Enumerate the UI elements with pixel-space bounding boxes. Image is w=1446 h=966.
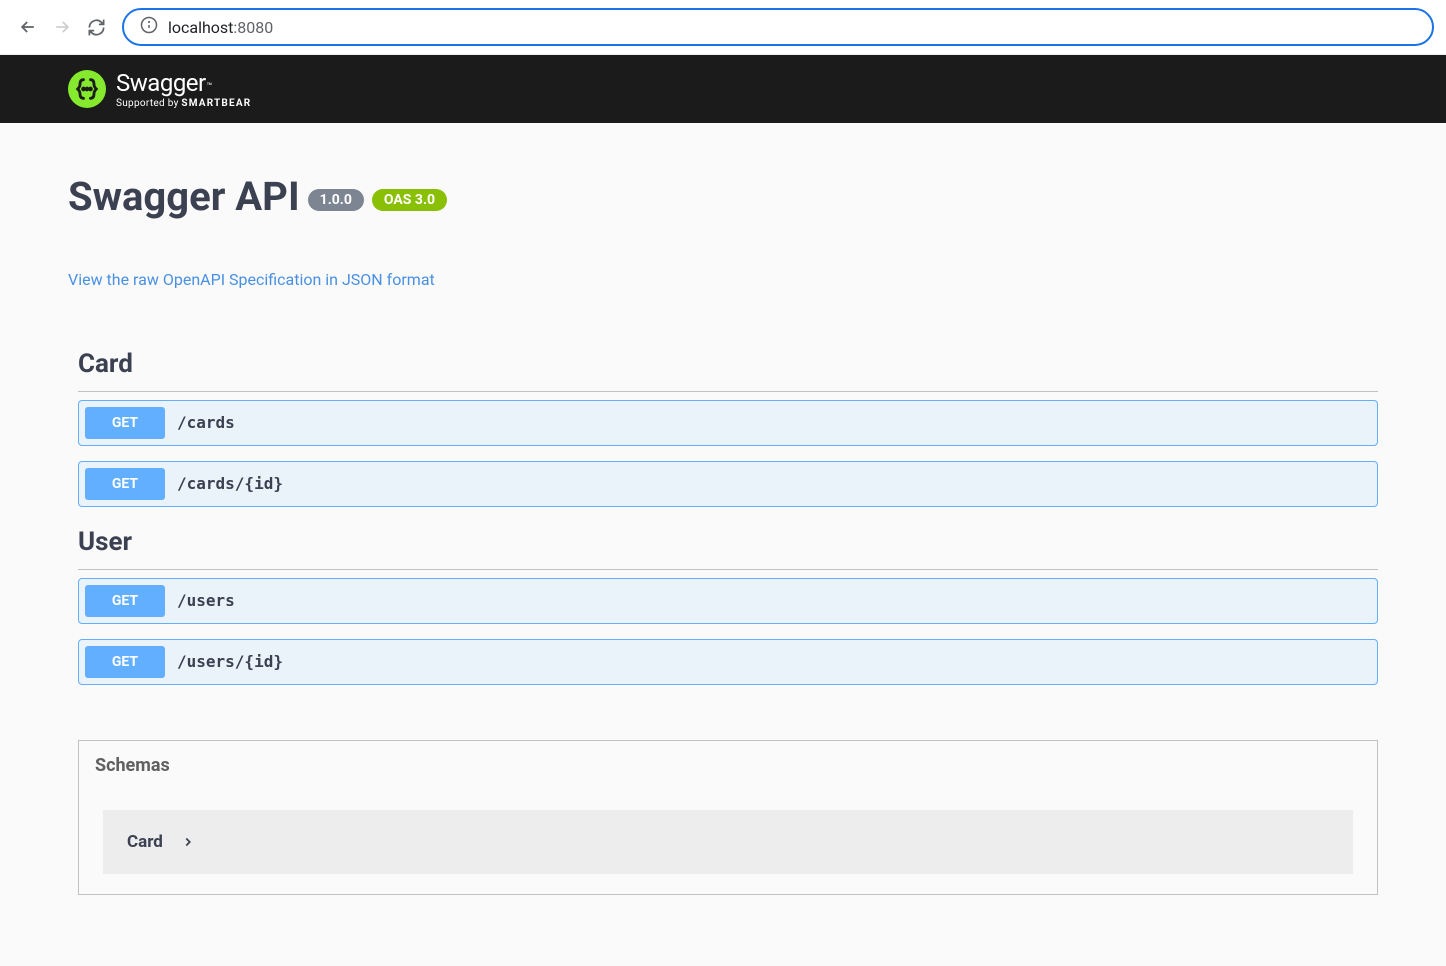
logo-subtitle: Supported by SMARTBEAR — [116, 98, 251, 109]
url-text: localhost:8080 — [168, 18, 273, 37]
operation-get-users[interactable]: GET /users — [78, 578, 1378, 624]
api-title: Swagger API — [68, 173, 300, 220]
swagger-header: Swagger™ Supported by SMARTBEAR — [0, 55, 1446, 123]
chevron-right-icon — [181, 835, 195, 849]
tag-section-card: Card GET /cards GET /cards/{id} — [78, 349, 1378, 507]
operation-path: /users — [177, 591, 235, 610]
swagger-logo[interactable]: Swagger™ Supported by SMARTBEAR — [13, 69, 1433, 109]
method-badge: GET — [85, 646, 165, 678]
reload-button[interactable] — [86, 17, 106, 37]
method-badge: GET — [85, 585, 165, 617]
operation-get-cards[interactable]: GET /cards — [78, 400, 1378, 446]
version-badge: 1.0.0 — [308, 189, 364, 211]
oas-badge: OAS 3.0 — [372, 189, 447, 211]
logo-title: Swagger™ — [116, 69, 251, 100]
tags-container: Card GET /cards GET /cards/{id} User GET… — [68, 349, 1378, 895]
schema-name: Card — [127, 832, 163, 852]
swagger-logo-icon — [68, 70, 106, 108]
schemas-section: Schemas Card — [78, 740, 1378, 895]
method-badge: GET — [85, 468, 165, 500]
back-button[interactable] — [18, 17, 38, 37]
schema-item-card[interactable]: Card — [103, 810, 1353, 874]
browser-toolbar: localhost:8080 — [0, 0, 1446, 55]
operation-path: /cards/{id} — [177, 474, 283, 493]
logo-text-group: Swagger™ Supported by SMARTBEAR — [116, 69, 251, 109]
nav-buttons-group — [12, 17, 112, 37]
tag-title[interactable]: User — [78, 527, 1378, 570]
tag-section-user: User GET /users GET /users/{id} — [78, 527, 1378, 685]
main-content: Swagger API 1.0.0 OAS 3.0 View the raw O… — [13, 123, 1433, 895]
spec-link[interactable]: View the raw OpenAPI Specification in JS… — [68, 270, 435, 289]
tag-title[interactable]: Card — [78, 349, 1378, 392]
operation-get-users-id[interactable]: GET /users/{id} — [78, 639, 1378, 685]
api-header: Swagger API 1.0.0 OAS 3.0 — [68, 173, 1378, 220]
operation-get-cards-id[interactable]: GET /cards/{id} — [78, 461, 1378, 507]
address-bar[interactable]: localhost:8080 — [122, 8, 1434, 46]
forward-button[interactable] — [52, 17, 72, 37]
operation-path: /users/{id} — [177, 652, 283, 671]
method-badge: GET — [85, 407, 165, 439]
info-icon — [140, 16, 158, 38]
schemas-title[interactable]: Schemas — [79, 741, 1377, 790]
operation-path: /cards — [177, 413, 235, 432]
